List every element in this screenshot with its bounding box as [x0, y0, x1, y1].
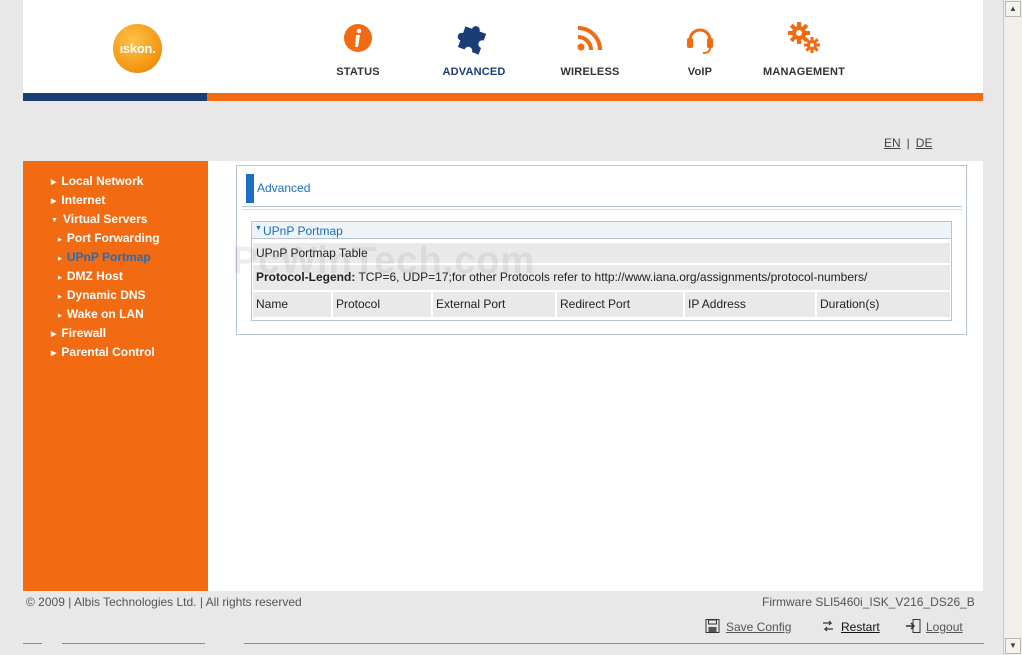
nav-wireless[interactable]: WIRELESS — [535, 20, 645, 78]
headset-icon — [687, 28, 713, 54]
bullet-arrow-icon: ▶ — [58, 237, 62, 243]
bullet-arrow-icon: ▶ — [58, 313, 62, 319]
window-scrollbar[interactable]: ▲ ▼ — [1003, 0, 1022, 655]
watermark: PcWinTech.com — [232, 240, 536, 282]
info-icon — [344, 24, 372, 52]
column-header-duration: Duration(s) — [817, 292, 950, 317]
collapsed-arrow-icon: ▶ — [51, 350, 57, 357]
nav-voip[interactable]: VoIP — [645, 20, 755, 78]
sidebar-item-local-network[interactable]: ▶ Local Network — [51, 174, 143, 188]
language-switch: EN | DE — [884, 136, 932, 150]
sidebar-item-port-forwarding[interactable]: ▶ Port Forwarding — [58, 231, 160, 245]
page-title: Advanced — [257, 181, 311, 195]
scroll-down-arrow-icon[interactable]: ▼ — [1005, 638, 1021, 654]
column-header-external-port: External Port — [433, 292, 555, 317]
title-divider — [242, 206, 962, 207]
restart-arrows-icon — [823, 620, 833, 632]
portmap-table-header: Name Protocol External Port Redirect Por… — [253, 292, 950, 317]
column-header-name: Name — [253, 292, 331, 317]
sidebar-item-upnp-portmap[interactable]: ▶ UPnP Portmap — [58, 250, 151, 264]
footer-divider — [62, 643, 205, 644]
nav-wireless-label: WIRELESS — [560, 66, 620, 78]
nav-management[interactable]: MANAGEMENT — [749, 20, 859, 78]
sidebar-item-dynamic-dns[interactable]: ▶ Dynamic DNS — [58, 288, 146, 302]
bullet-arrow-icon: ▶ — [58, 275, 62, 281]
sidebar-item-dmz-host[interactable]: ▶ DMZ Host — [58, 269, 123, 283]
collapsed-arrow-icon: ▶ — [51, 198, 57, 205]
copyright-text: © 2009 | Albis Technologies Ltd. | All r… — [26, 595, 302, 609]
bullet-arrow-icon: ▶ — [58, 256, 62, 262]
firmware-version: Firmware SLI5460i_ISK_V216_DS26_B — [762, 595, 975, 609]
sidebar-item-wake-on-lan[interactable]: ▶ Wake on LAN — [58, 307, 144, 321]
footer-divider — [23, 643, 42, 644]
sidebar-item-parental-control[interactable]: ▶ Parental Control — [51, 345, 155, 359]
lang-separator: | — [906, 136, 910, 150]
header-stripe-blue — [23, 93, 207, 101]
sidebar-item-firewall[interactable]: ▶ Firewall — [51, 326, 106, 340]
section-expand-arrow-icon: ▼ — [255, 225, 262, 232]
expanded-arrow-icon: ▼ — [51, 217, 58, 224]
section-header[interactable]: ▼ UPnP Portmap — [252, 222, 951, 239]
floppy-disk-icon — [705, 619, 720, 633]
nav-advanced[interactable]: ADVANCED — [419, 20, 529, 78]
logout-door-icon — [906, 619, 921, 633]
save-config-button[interactable]: Save Config — [705, 619, 791, 634]
header: ıskon. STATUS ADVANCED WIRELESS VoIP MAN… — [23, 0, 983, 93]
column-header-redirect-port: Redirect Port — [557, 292, 683, 317]
nav-status[interactable]: STATUS — [303, 20, 413, 78]
header-stripe-orange — [207, 93, 983, 101]
column-header-protocol: Protocol — [333, 292, 431, 317]
collapsed-arrow-icon: ▶ — [51, 331, 57, 338]
logout-button[interactable]: Logout — [905, 619, 963, 634]
nav-voip-label: VoIP — [687, 66, 713, 78]
title-divider-secondary — [242, 209, 962, 210]
lang-en-link[interactable]: EN — [884, 136, 901, 150]
nav-status-label: STATUS — [336, 66, 380, 78]
main-content: Advanced ▼ UPnP Portmap UPnP Portmap Tab… — [208, 161, 983, 591]
footer-divider — [244, 643, 984, 644]
nav-advanced-label: ADVANCED — [442, 66, 506, 78]
sidebar-item-internet[interactable]: ▶ Internet — [51, 193, 105, 207]
column-header-ip-address: IP Address — [685, 292, 815, 317]
section-title: UPnP Portmap — [263, 224, 343, 238]
iskon-logo: ıskon. — [113, 24, 162, 73]
sidebar: ▶ Local Network ▶ Internet ▼ Virtual Server… — [23, 161, 208, 591]
lang-de-link[interactable]: DE — [916, 136, 933, 150]
puzzle-icon — [457, 26, 487, 55]
collapsed-arrow-icon: ▶ — [51, 179, 57, 186]
title-accent-bar — [246, 174, 254, 203]
nav-management-label: MANAGEMENT — [762, 66, 846, 78]
restart-button[interactable]: Restart — [820, 619, 880, 634]
scroll-up-arrow-icon[interactable]: ▲ — [1005, 1, 1021, 17]
wifi-signal-icon — [577, 26, 602, 51]
sidebar-item-virtual-servers[interactable]: ▼ Virtual Servers — [51, 212, 147, 226]
gears-icon — [788, 22, 820, 53]
bullet-arrow-icon: ▶ — [58, 294, 62, 300]
